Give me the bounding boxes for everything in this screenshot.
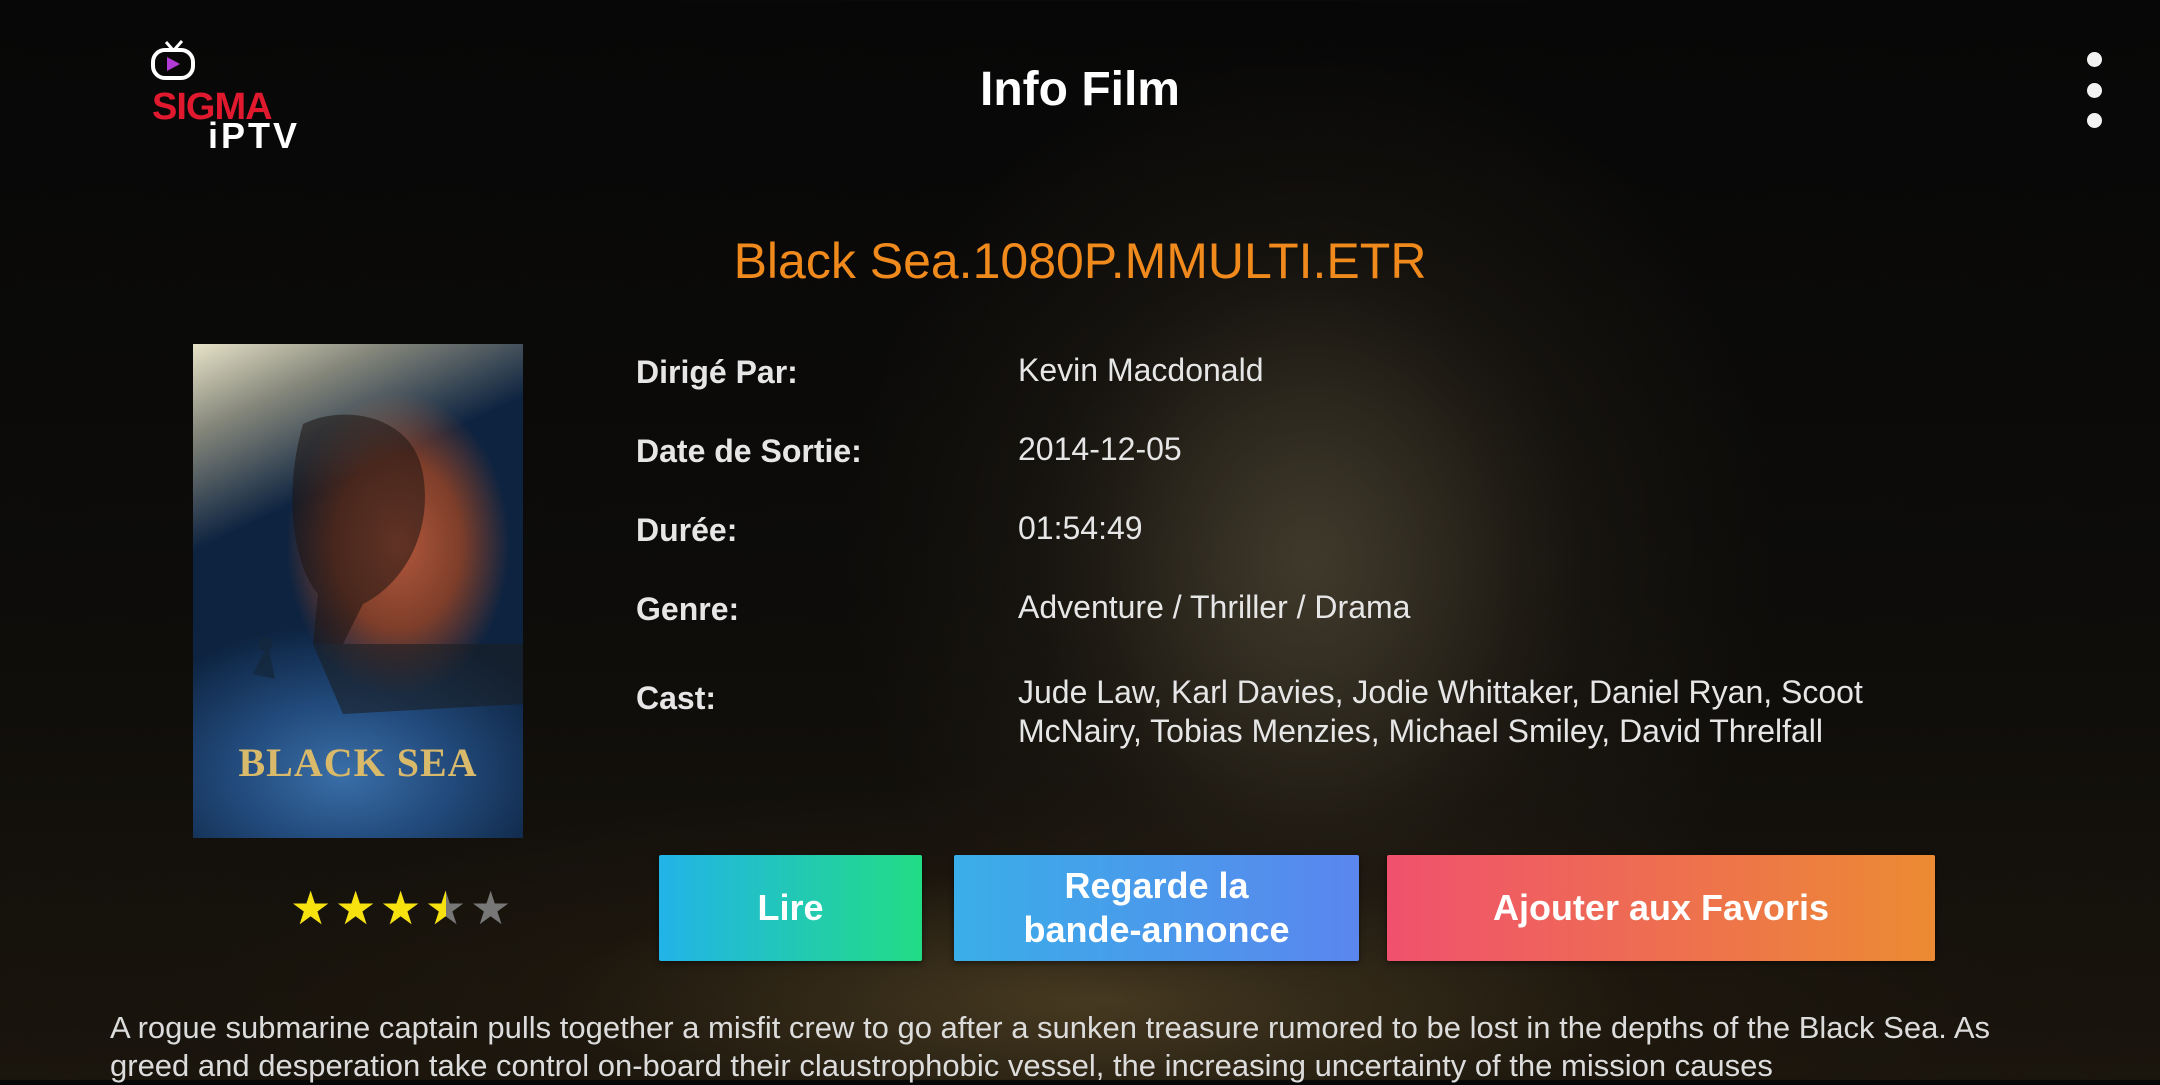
detail-value: Adventure / Thriller / Drama bbox=[1018, 589, 1411, 625]
watch-trailer-label: Regarde la bande-annonce bbox=[1023, 865, 1290, 950]
star-icon: ★ bbox=[470, 882, 512, 934]
star-fill: ★ bbox=[380, 884, 421, 932]
page-title: Info Film bbox=[980, 63, 1180, 116]
star-fill: ★ bbox=[335, 884, 376, 932]
movie-poster: BLACK SEA bbox=[193, 344, 523, 838]
star-icon: ★★ bbox=[335, 882, 377, 934]
add-to-favorites-button[interactable]: Ajouter aux Favoris bbox=[1387, 855, 1935, 961]
poster-title-text: BLACK SEA bbox=[238, 740, 478, 785]
rating-stars: ★★★★★★★★★ bbox=[290, 884, 511, 932]
more-options-button[interactable] bbox=[2076, 52, 2112, 128]
detail-value: 2014-12-05 bbox=[1018, 431, 1182, 467]
star-icon: ★★ bbox=[425, 882, 467, 934]
more-vertical-icon-dot bbox=[2086, 113, 2102, 128]
detail-value: 01:54:49 bbox=[1018, 510, 1143, 546]
star-icon: ★★ bbox=[380, 882, 422, 934]
detail-value: Jude Law, Karl Davies, Jodie Whittaker, … bbox=[1018, 674, 1863, 749]
more-vertical-icon bbox=[2086, 52, 2102, 67]
star-icon: ★★ bbox=[290, 882, 332, 934]
movie-title: Black Sea.1080P.MMULTI.ETR bbox=[733, 233, 1427, 289]
detail-label: Dirigé Par: bbox=[636, 354, 798, 390]
watch-trailer-button[interactable]: Regarde la bande-annonce bbox=[954, 855, 1359, 961]
detail-label: Cast: bbox=[636, 680, 717, 716]
detail-value: Kevin Macdonald bbox=[1018, 352, 1264, 388]
more-vertical-icon-dot bbox=[2086, 82, 2102, 98]
play-button[interactable]: Lire bbox=[659, 855, 922, 961]
detail-label: Durée: bbox=[636, 512, 738, 548]
detail-label: Date de Sortie: bbox=[636, 433, 862, 469]
movie-plot: A rogue submarine captain pulls together… bbox=[110, 1010, 1990, 1083]
logo-brand-secondary: iPTV bbox=[208, 115, 301, 156]
star-fill: ★ bbox=[290, 884, 331, 932]
star-fill: ★ bbox=[425, 884, 446, 932]
detail-label: Genre: bbox=[636, 591, 740, 627]
